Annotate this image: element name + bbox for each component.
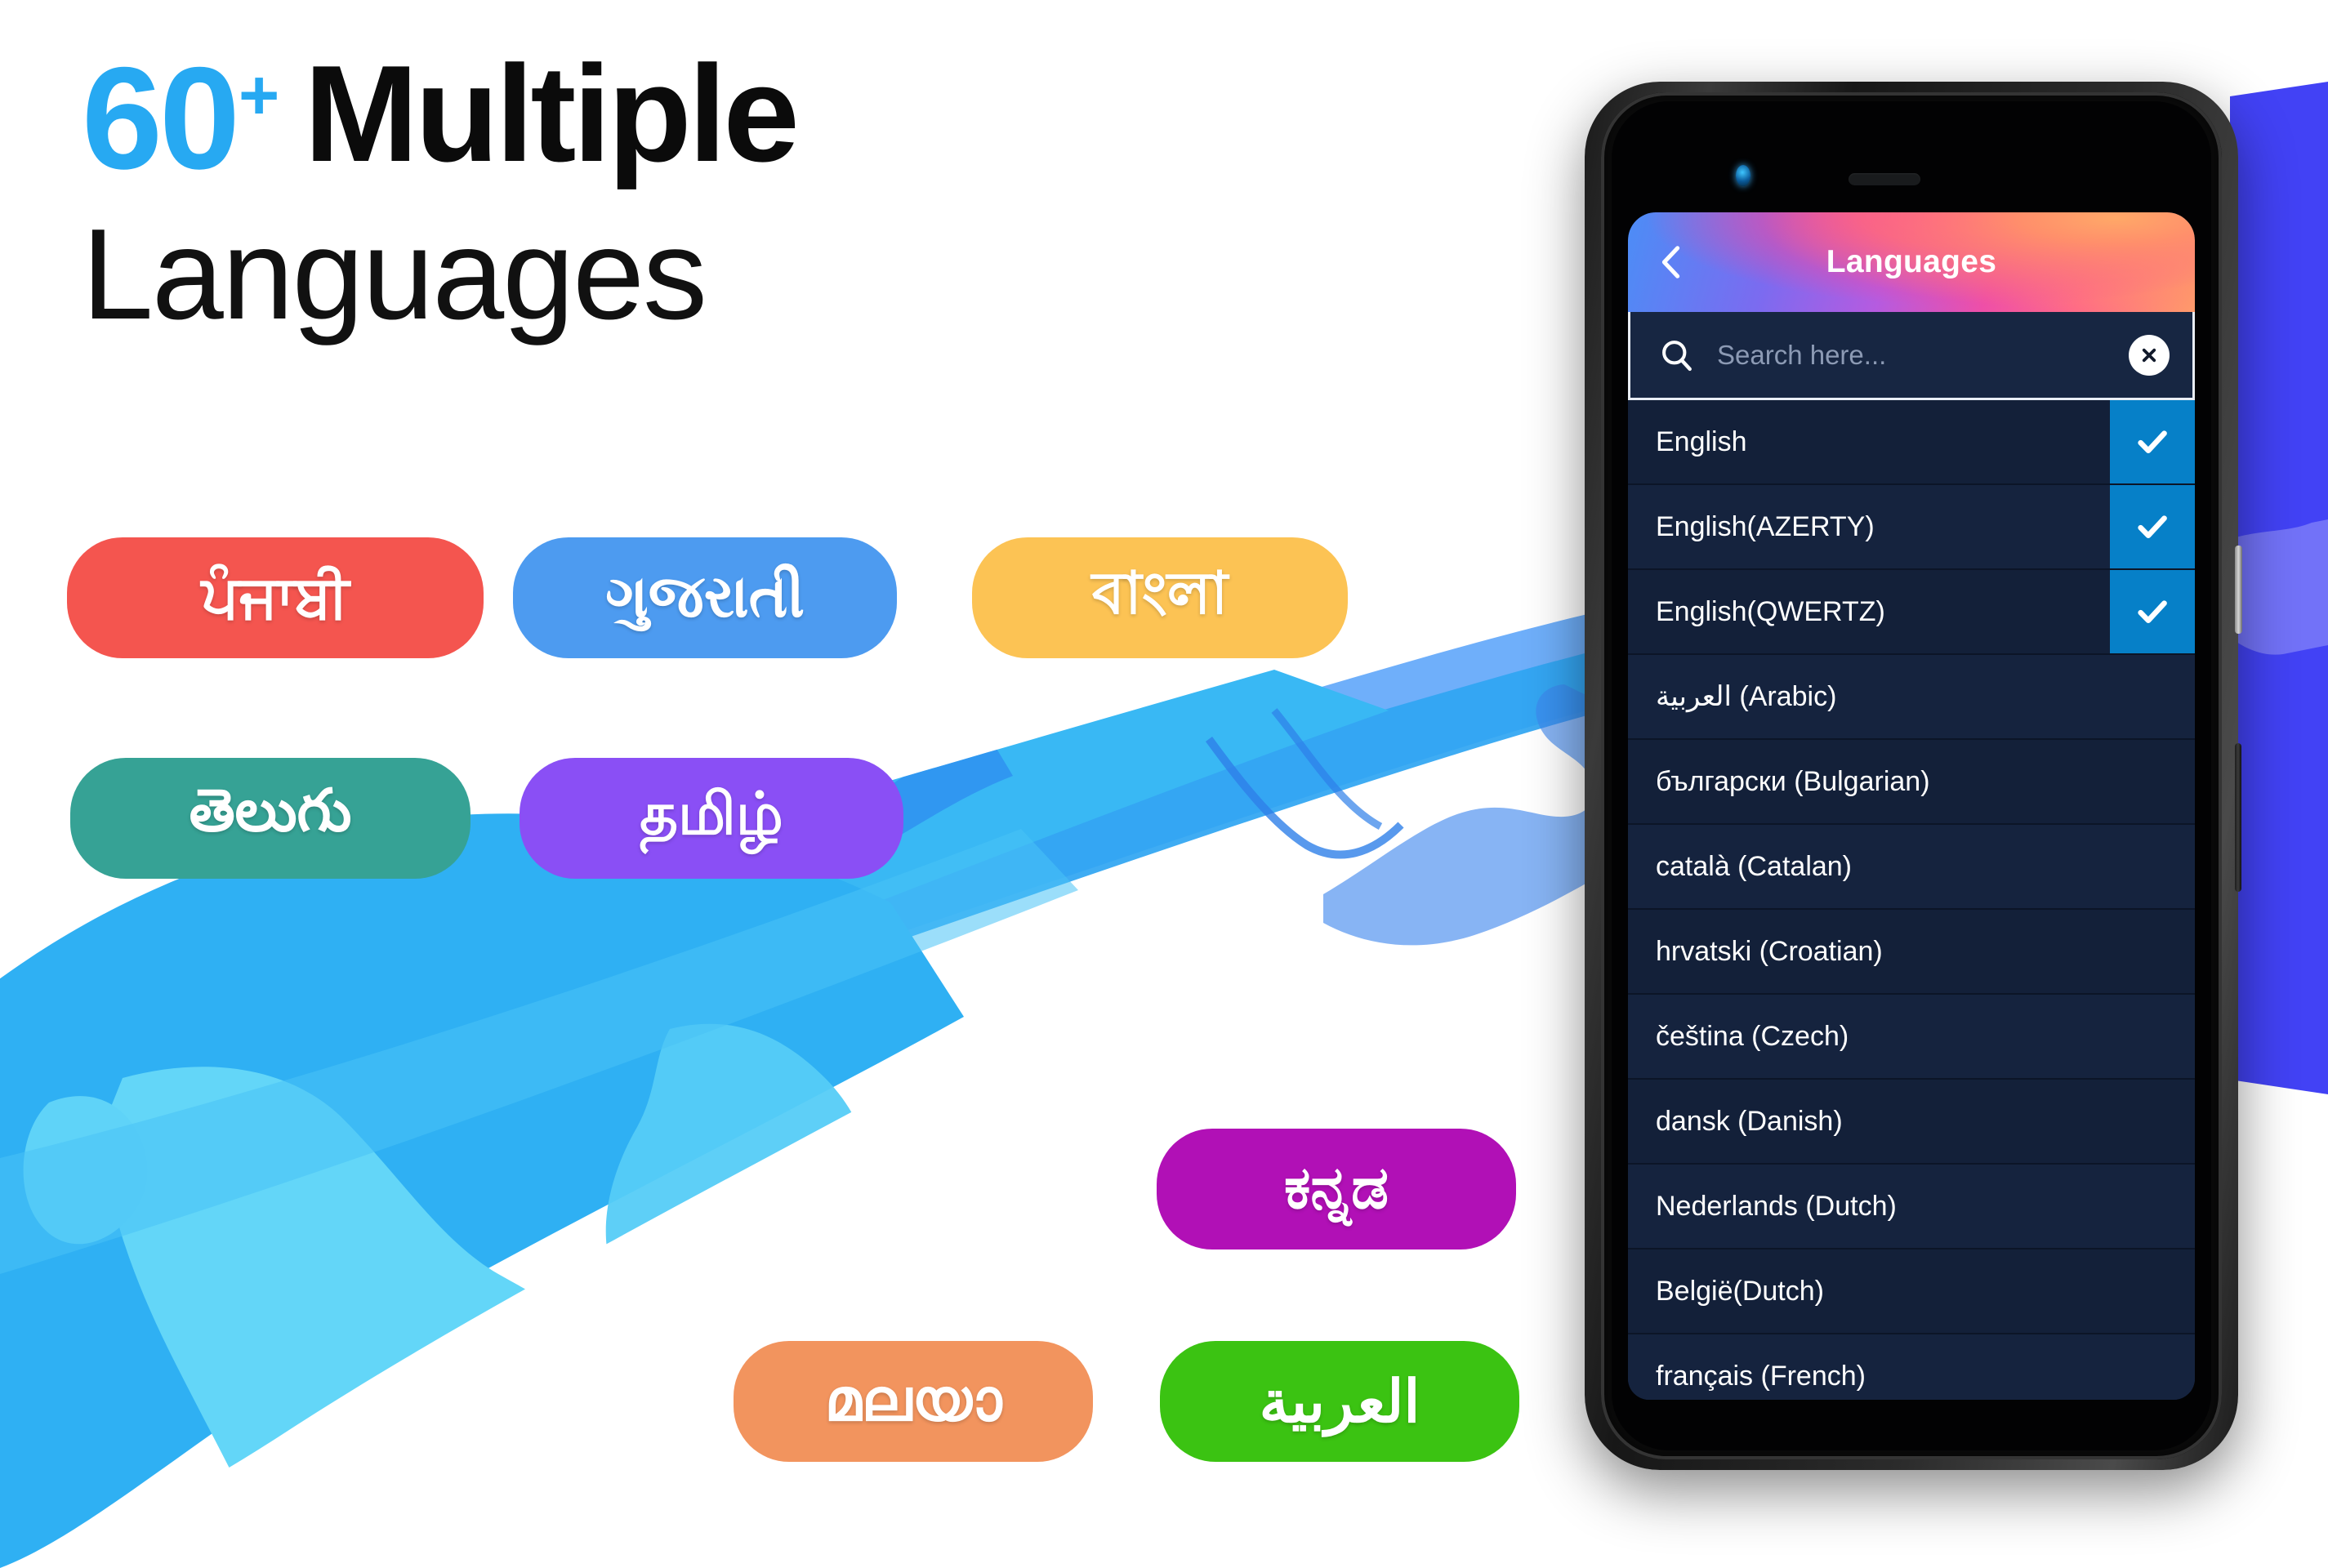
checkmark-icon (2138, 430, 2167, 453)
earpiece-speaker-icon (1849, 173, 1920, 185)
language-row-label: dansk (Danish) (1656, 1105, 1843, 1137)
language-pill-punjabi: ਪੰਜਾਬੀ (67, 537, 484, 658)
language-row[interactable]: English(AZERTY) (1628, 485, 2195, 570)
language-row-label: Nederlands (Dutch) (1656, 1190, 1897, 1222)
language-pill-label: ગુજરાતી (605, 564, 805, 630)
language-unselected-toggle[interactable] (2110, 825, 2195, 908)
clear-circle-icon (2142, 348, 2156, 362)
language-unselected-toggle[interactable] (2110, 995, 2195, 1078)
language-pill-label: বাংলা (1091, 561, 1229, 626)
language-row-label: België(Dutch) (1656, 1275, 1824, 1307)
language-selected-toggle[interactable] (2110, 485, 2195, 568)
language-row-label: English(QWERTZ) (1656, 595, 1885, 627)
checkmark-icon (2138, 515, 2167, 538)
language-selected-toggle[interactable] (2110, 570, 2195, 653)
language-unselected-toggle[interactable] (2110, 1334, 2195, 1400)
language-row-label: français (French) (1656, 1360, 1866, 1392)
phone-mockup: Languages Search here... English English(… (1585, 82, 2242, 1470)
search-bar[interactable]: Search here... (1628, 312, 2195, 400)
app-header: Languages (1628, 212, 2195, 312)
clear-search-button[interactable] (2129, 334, 2170, 376)
language-list[interactable]: English English(AZERTY) English(QWERTZ) الع… (1628, 400, 2195, 1400)
headline-row-primary: 60 + Multiple (82, 37, 800, 199)
count-plus-superscript: + (239, 56, 280, 135)
language-row-label: български (Bulgarian) (1656, 765, 1930, 797)
language-row[interactable]: català (Catalan) (1628, 825, 2195, 910)
page-title: Languages (1826, 244, 1997, 279)
language-pill-malayalam: മലയാ (734, 1341, 1093, 1462)
search-icon (1662, 340, 1692, 371)
language-unselected-toggle[interactable] (2110, 1080, 2195, 1163)
language-row[interactable]: België(Dutch) (1628, 1250, 2195, 1334)
language-pill-label: ਪੰਜਾਬੀ (201, 564, 350, 630)
headline-word-multiple: Multiple (304, 37, 800, 190)
language-unselected-toggle[interactable] (2110, 1250, 2195, 1333)
language-pill-label: മലയാ (824, 1368, 1002, 1433)
language-unselected-toggle[interactable] (2110, 1165, 2195, 1248)
language-pill-telugu: తెలుగు (70, 758, 471, 879)
headline-word-languages: Languages (82, 203, 707, 347)
language-pill-label: العربية (1259, 1370, 1420, 1435)
language-row[interactable]: français (French) (1628, 1334, 2195, 1400)
language-row[interactable]: English(QWERTZ) (1628, 570, 2195, 655)
checkmark-icon (2138, 600, 2167, 623)
languages-app: Languages Search here... English English(… (1628, 212, 2195, 1400)
language-pill-label: తెలుగు (189, 778, 352, 844)
count-number: 60 (82, 37, 240, 199)
language-row[interactable]: български (Bulgarian) (1628, 740, 2195, 825)
language-row[interactable]: العربية (Arabic) (1628, 655, 2195, 740)
language-unselected-toggle[interactable] (2110, 740, 2195, 823)
headline: 60 + Multiple Languages (82, 37, 800, 347)
language-row-label: English (1656, 425, 1747, 457)
language-unselected-toggle[interactable] (2110, 910, 2195, 993)
language-row[interactable]: Nederlands (Dutch) (1628, 1165, 2195, 1250)
power-button[interactable] (2235, 743, 2241, 892)
language-pill-label: தமிழ் (640, 782, 783, 847)
language-row[interactable]: hrvatski (Croatian) (1628, 910, 2195, 995)
language-pill-gujarati: ગુજરાતી (513, 537, 897, 658)
language-row[interactable]: dansk (Danish) (1628, 1080, 2195, 1165)
language-pill-tamil: தமிழ் (520, 758, 903, 879)
language-unselected-toggle[interactable] (2110, 655, 2195, 738)
language-pill-arabic: العربية (1160, 1341, 1519, 1462)
language-row-label: čeština (Czech) (1656, 1020, 1849, 1052)
language-row[interactable]: English (1628, 400, 2195, 485)
phone-screen: Languages Search here... English English(… (1612, 101, 2211, 1450)
language-selected-toggle[interactable] (2110, 400, 2195, 483)
language-row-label: العربية (Arabic) (1656, 681, 1837, 712)
language-row-label: hrvatski (Croatian) (1656, 935, 1883, 967)
language-pill-bengali: বাংলা (972, 537, 1348, 658)
language-row[interactable]: čeština (Czech) (1628, 995, 2195, 1080)
right-panel-continent (2230, 519, 2328, 655)
front-camera-icon (1736, 165, 1750, 186)
language-row-label: català (Catalan) (1656, 850, 1853, 882)
language-pill-label: ಕನ್ನಡ (1283, 1156, 1389, 1221)
volume-button[interactable] (2235, 546, 2242, 634)
search-input[interactable]: Search here... (1717, 340, 2129, 371)
language-pill-kannada: ಕನ್ನಡ (1157, 1129, 1516, 1250)
language-row-label: English(AZERTY) (1656, 510, 1875, 542)
